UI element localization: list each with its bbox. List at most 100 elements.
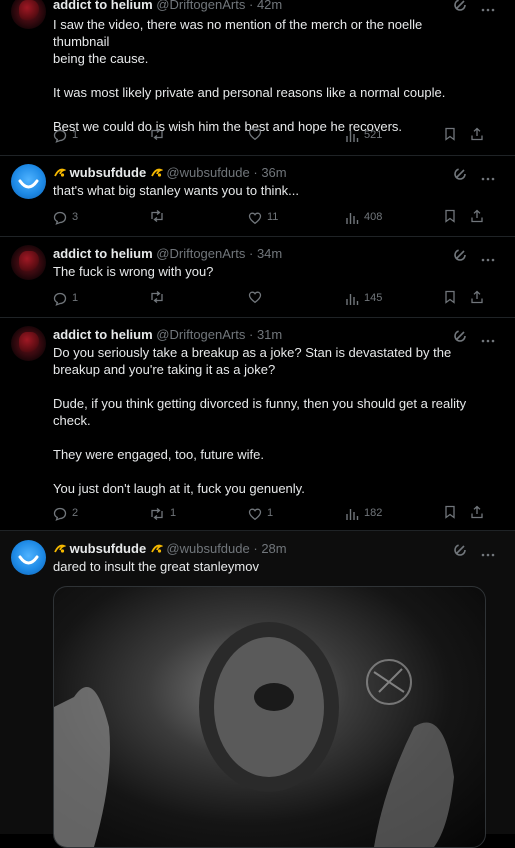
share-button[interactable] xyxy=(470,505,484,519)
tweet-line: Do you seriously take a breakup as a jok… xyxy=(53,345,452,360)
author-name[interactable]: addict to helium xyxy=(53,246,153,261)
like-button[interactable] xyxy=(248,290,267,304)
repost-icon xyxy=(149,290,165,304)
avatar[interactable] xyxy=(11,326,46,361)
bookmark-icon xyxy=(444,209,456,223)
author-name[interactable]: addict to helium xyxy=(53,327,153,342)
repost-button[interactable] xyxy=(149,290,170,304)
tweet-3[interactable]: addict to helium @DriftogenArts · 34m Th… xyxy=(0,237,515,317)
bookmark-button[interactable] xyxy=(444,127,456,141)
timestamp[interactable]: 31m xyxy=(257,327,282,342)
reply-button[interactable]: 1 xyxy=(53,127,78,144)
repost-button[interactable]: 1 xyxy=(149,505,176,522)
timestamp[interactable]: 34m xyxy=(257,246,282,261)
timestamp[interactable]: 28m xyxy=(261,541,286,556)
author-name[interactable]: wubsufdude xyxy=(70,165,147,180)
author-handle[interactable]: @DriftogenArts xyxy=(156,246,245,261)
repost-icon xyxy=(149,209,165,223)
author-handle[interactable]: @wubsufdude xyxy=(166,165,249,180)
action-bar: 3 11 408 xyxy=(53,209,487,227)
more-icon[interactable] xyxy=(481,168,495,185)
reply-button[interactable]: 3 xyxy=(53,209,78,226)
views-icon xyxy=(345,507,359,521)
share-icon xyxy=(470,209,484,223)
tweet-media-image[interactable] xyxy=(53,586,486,848)
tweet-line: The fuck is wrong with you? xyxy=(53,264,214,279)
like-icon xyxy=(248,211,262,225)
like-button[interactable] xyxy=(248,127,267,141)
action-bar: 1 521 xyxy=(53,127,487,145)
bookmark-icon xyxy=(444,290,456,304)
repost-icon xyxy=(149,127,165,141)
share-button[interactable] xyxy=(470,209,484,223)
repost-button[interactable] xyxy=(149,209,170,223)
author-name[interactable]: addict to helium xyxy=(53,0,153,12)
tweet-header: addict to helium @DriftogenArts · 42m xyxy=(53,0,282,13)
share-button[interactable] xyxy=(470,290,484,304)
share-icon xyxy=(470,127,484,141)
bookmark-button[interactable] xyxy=(444,209,456,223)
author-handle[interactable]: @DriftogenArts xyxy=(156,0,245,12)
reply-button[interactable]: 1 xyxy=(53,290,78,307)
avatar[interactable] xyxy=(11,0,46,29)
tweet-line: Dude, if you think getting divorced is f… xyxy=(53,396,467,411)
tweet-text: I saw the video, there was no mention of… xyxy=(53,16,473,135)
views-count: 145 xyxy=(364,292,383,304)
author-handle[interactable]: @DriftogenArts xyxy=(156,327,245,342)
more-icon[interactable] xyxy=(481,249,495,266)
bookmark-button[interactable] xyxy=(444,505,456,519)
tweet-header: wubsufdude @wubsufdude · 36m xyxy=(53,164,287,181)
reply-count: 1 xyxy=(72,292,79,304)
timestamp[interactable]: 36m xyxy=(261,165,286,180)
tweet-line: being the cause. xyxy=(53,51,149,66)
repost-button[interactable] xyxy=(149,127,170,141)
like-icon xyxy=(248,127,262,141)
timestamp[interactable]: 42m xyxy=(257,0,282,12)
views-button[interactable]: 408 xyxy=(345,209,382,226)
views-count: 408 xyxy=(364,211,383,223)
author-handle[interactable]: @wubsufdude xyxy=(166,541,249,556)
reply-icon xyxy=(53,211,67,225)
tweet-header: wubsufdude @wubsufdude · 28m xyxy=(53,540,287,557)
tweet-text: Do you seriously take a breakup as a jok… xyxy=(53,344,473,497)
more-icon[interactable] xyxy=(481,330,495,347)
tweet-line: that's what big stanley wants you to thi… xyxy=(53,183,300,198)
like-count: 1 xyxy=(267,507,274,519)
bookmark-icon xyxy=(444,127,456,141)
author-name[interactable]: wubsufdude xyxy=(70,541,147,556)
tweet-4[interactable]: addict to helium @DriftogenArts · 31m Do… xyxy=(0,318,515,530)
reply-count: 1 xyxy=(72,129,79,141)
avatar[interactable] xyxy=(11,540,46,575)
tweet-line: check. xyxy=(53,413,91,428)
reply-icon xyxy=(53,292,67,306)
more-icon[interactable] xyxy=(481,544,495,561)
tweet-2[interactable]: wubsufdude @wubsufdude · 36m that's what… xyxy=(0,156,515,236)
like-button[interactable]: 11 xyxy=(248,209,278,226)
dizzy-emoji-icon xyxy=(150,542,164,555)
repost-icon xyxy=(149,507,165,521)
dizzy-emoji-icon xyxy=(53,166,67,179)
like-button[interactable]: 1 xyxy=(248,505,273,522)
reply-icon xyxy=(53,129,67,143)
tweet-1[interactable]: addict to helium @DriftogenArts · 42m I … xyxy=(0,0,515,160)
action-bar: 1 145 xyxy=(53,290,487,308)
views-icon xyxy=(345,211,359,225)
reply-button[interactable]: 2 xyxy=(53,505,78,522)
tweet-header: addict to helium @DriftogenArts · 31m xyxy=(53,327,283,342)
avatar[interactable] xyxy=(11,164,46,199)
tweet-corner-icons xyxy=(453,0,495,16)
avatar[interactable] xyxy=(11,245,46,280)
grok-icon[interactable] xyxy=(453,0,467,16)
bookmark-button[interactable] xyxy=(444,290,456,304)
repost-count: 1 xyxy=(170,507,177,519)
tweet-line: They were engaged, too, future wife. xyxy=(53,447,265,462)
reply-count: 3 xyxy=(72,211,79,223)
views-button[interactable]: 521 xyxy=(345,127,382,144)
views-icon xyxy=(345,292,359,306)
views-count: 182 xyxy=(364,507,383,519)
bookmark-icon xyxy=(444,505,456,519)
views-button[interactable]: 182 xyxy=(345,505,382,522)
more-icon[interactable] xyxy=(481,0,495,16)
share-button[interactable] xyxy=(470,127,484,141)
views-button[interactable]: 145 xyxy=(345,290,382,307)
